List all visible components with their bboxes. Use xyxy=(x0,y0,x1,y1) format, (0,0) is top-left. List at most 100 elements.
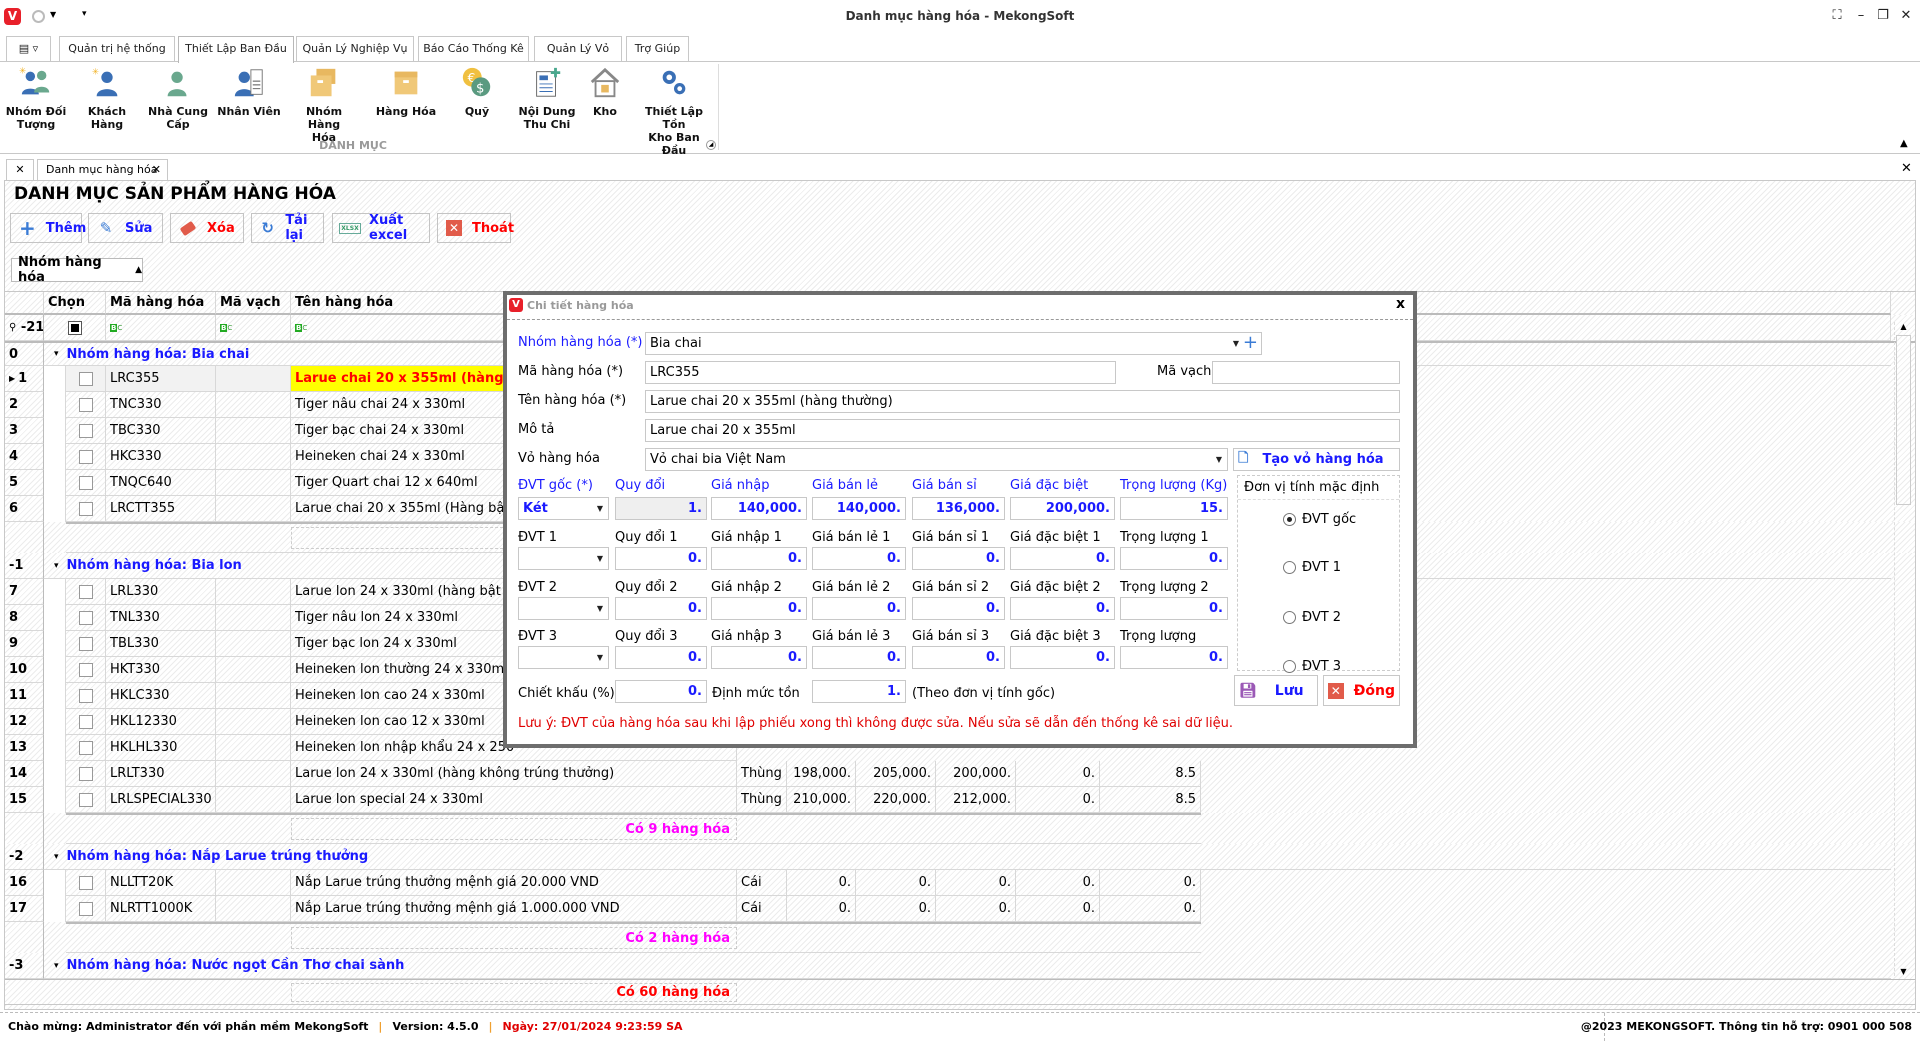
unit-select[interactable]: Két ▼ xyxy=(518,497,609,520)
unit-value-input[interactable]: 0. xyxy=(615,597,707,620)
table-row[interactable]: 15 LRLSPECIAL330 Larue lon special 24 x 33… xyxy=(5,787,1915,813)
expand-group-icon[interactable]: ▾ xyxy=(54,561,59,571)
unit-value-input[interactable]: 0. xyxy=(1120,547,1228,570)
unit-value-input[interactable]: 1. xyxy=(615,497,707,520)
unit-select[interactable]: ▼ xyxy=(518,597,609,620)
unit-value-input[interactable]: 200,000. xyxy=(1010,497,1115,520)
restore-screen-icon[interactable]: ⛶ xyxy=(1827,8,1847,23)
toolbar-refresh-button[interactable]: ↻ Tải lại xyxy=(251,213,324,243)
row-checkbox[interactable] xyxy=(78,766,93,781)
group-expand-icon[interactable]: ◢ xyxy=(706,140,716,150)
ribbon-item-warehouse[interactable]: Kho xyxy=(569,66,641,118)
vertical-scrollbar[interactable]: ▲ ▼ xyxy=(1894,322,1912,976)
unit-value-input[interactable]: 0. xyxy=(912,547,1005,570)
ribbon-app-menu-button[interactable]: ▤ ▿ xyxy=(6,36,51,62)
unit-value-input[interactable]: 0. xyxy=(812,646,906,669)
ribbon-item-user-group[interactable]: ✳ Nhóm Đối Tượng xyxy=(0,66,72,131)
select-cell[interactable] xyxy=(66,709,106,735)
close-tab-icon[interactable]: ✕ xyxy=(152,160,161,179)
toolbar-plus-button[interactable]: + Thêm xyxy=(10,213,86,243)
table-row[interactable]: 14 LRLT330 Larue lon 24 x 330ml (hàng khôn… xyxy=(5,761,1915,787)
filter-cell[interactable]: BC xyxy=(216,315,291,341)
row-checkbox[interactable] xyxy=(78,792,93,807)
tab-tro-giup[interactable]: Trợ Giúp xyxy=(626,36,689,62)
row-checkbox[interactable] xyxy=(78,714,93,729)
unit-value-input[interactable]: 15. xyxy=(1120,497,1228,520)
select-cell[interactable] xyxy=(66,631,106,657)
tab-quan-ly-nghiep-vu[interactable]: Quản Lý Nghiệp Vụ xyxy=(296,36,414,62)
group-by-chip[interactable]: Nhóm hàng hóa ▲ xyxy=(11,255,143,285)
select-cell[interactable] xyxy=(66,392,106,418)
minimize-icon[interactable]: – xyxy=(1851,8,1871,23)
ribbon-item-product-box[interactable]: Hàng Hóa xyxy=(370,66,442,118)
row-checkbox[interactable] xyxy=(78,901,93,916)
scroll-down-icon[interactable]: ▼ xyxy=(1895,967,1912,976)
group-select[interactable]: Bia chai ▼ + xyxy=(645,332,1262,355)
select-cell[interactable] xyxy=(66,683,106,709)
close-icon[interactable]: ✕ xyxy=(1896,8,1916,23)
column-header-ma-vach[interactable]: Mã vạch xyxy=(216,292,291,315)
ribbon-item-customer[interactable]: ✳ Khách Hàng xyxy=(71,66,143,132)
select-cell[interactable] xyxy=(66,896,106,922)
row-checkbox[interactable] xyxy=(78,875,93,890)
select-cell[interactable] xyxy=(66,605,106,631)
row-checkbox[interactable] xyxy=(78,475,93,490)
ribbon-item-fund-coins[interactable]: € $ Quỹ xyxy=(441,66,513,118)
row-checkbox[interactable] xyxy=(78,501,93,516)
row-checkbox[interactable] xyxy=(78,371,93,386)
row-checkbox[interactable] xyxy=(78,610,93,625)
unit-value-input[interactable]: 0. xyxy=(1010,597,1115,620)
close-all-tabs-button[interactable]: ✕ xyxy=(6,159,34,180)
table-row[interactable]: 16 NLLTT20K Nắp Larue trúng thưởng mệnh gi… xyxy=(5,870,1915,896)
select-cell[interactable] xyxy=(66,470,106,496)
radio-dvt-3[interactable]: ĐVT 3 xyxy=(1283,659,1341,674)
group-row[interactable]: -2 ▾ Nhóm hàng hóa: Nắp Larue trúng thưởng xyxy=(5,844,1915,870)
unit-value-input[interactable]: 0. xyxy=(912,646,1005,669)
select-cell[interactable] xyxy=(66,418,106,444)
shell-select[interactable]: Vỏ chai bia Việt Nam ▼ xyxy=(645,448,1228,471)
toolbar-exit-button[interactable]: ✕ Thoát xyxy=(437,213,514,243)
select-cell[interactable] xyxy=(66,444,106,470)
unit-value-input[interactable]: 136,000. xyxy=(912,497,1005,520)
radio-dvt-1[interactable]: ĐVT 1 xyxy=(1283,560,1341,575)
table-row[interactable]: 17 NLRTT1000K Nắp Larue trúng thưởng mệnh … xyxy=(5,896,1915,922)
save-button[interactable]: 💾︎ Lưu xyxy=(1234,675,1318,706)
select-cell[interactable] xyxy=(66,579,106,605)
unit-value-input[interactable]: 0. xyxy=(1010,646,1115,669)
unit-value-input[interactable]: 0. xyxy=(812,597,906,620)
unit-value-input[interactable]: 0. xyxy=(615,547,707,570)
create-shell-button[interactable]: 🗋 Tạo vỏ hàng hóa xyxy=(1233,448,1400,471)
row-checkbox[interactable] xyxy=(78,662,93,677)
collapse-ribbon-icon[interactable]: ▲ xyxy=(1900,138,1908,149)
ribbon-item-supplier[interactable]: Nhà Cung Cấp xyxy=(142,66,214,131)
toolbar-pencil-button[interactable]: ✎ Sửa xyxy=(88,213,163,243)
radio-dvt-goc[interactable]: ĐVT gốc xyxy=(1283,512,1356,527)
code-input[interactable]: LRC355 xyxy=(645,361,1116,384)
select-all-checkbox[interactable] xyxy=(67,320,82,335)
unit-value-input[interactable]: 140,000. xyxy=(812,497,906,520)
dialog-close-icon[interactable]: x xyxy=(1396,296,1405,312)
doc-tab-danh-muc-hang-hoa[interactable]: Danh mục hàng hóa ✕ xyxy=(37,159,168,180)
row-checkbox[interactable] xyxy=(78,636,93,651)
unit-value-input[interactable]: 140,000. xyxy=(711,497,807,520)
expand-group-icon[interactable]: ▾ xyxy=(54,852,59,862)
toolbar-excel-button[interactable]: XLSX Xuất excel xyxy=(332,213,430,243)
filter-select-all[interactable] xyxy=(44,315,106,341)
description-input[interactable]: Larue chai 20 x 355ml xyxy=(645,419,1400,442)
ribbon-item-product-group[interactable]: Nhóm Hàng Hóa xyxy=(288,66,360,144)
unit-value-input[interactable]: 0. xyxy=(711,547,807,570)
select-cell[interactable] xyxy=(66,735,106,761)
select-cell[interactable] xyxy=(66,787,106,813)
row-checkbox[interactable] xyxy=(78,584,93,599)
row-checkbox[interactable] xyxy=(78,423,93,438)
column-header-chon[interactable]: Chọn xyxy=(44,292,106,315)
unit-value-input[interactable]: 0. xyxy=(1010,547,1115,570)
ribbon-item-employee[interactable]: Nhân Viên xyxy=(213,66,285,118)
toolbar-eraser-button[interactable]: Xóa xyxy=(170,213,244,243)
unit-value-input[interactable]: 0. xyxy=(615,646,707,669)
tab-thiet-lap-ban-dau[interactable]: Thiết Lập Ban Đầu xyxy=(178,36,294,63)
expand-group-icon[interactable]: ▾ xyxy=(54,349,59,359)
name-input[interactable]: Larue chai 20 x 355ml (hàng thường) xyxy=(645,390,1400,413)
row-checkbox[interactable] xyxy=(78,397,93,412)
tab-quan-tri-he-thong[interactable]: Quản trị hệ thống xyxy=(59,36,175,62)
